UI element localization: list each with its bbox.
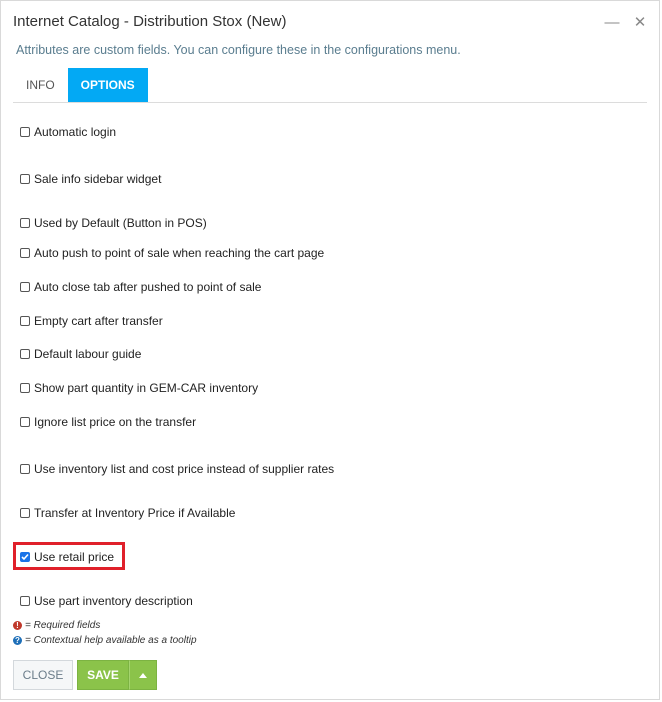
- option-row[interactable]: Show part quantity in GEM-CAR inventory: [20, 381, 258, 395]
- dialog: Internet Catalog - Distribution Stox (Ne…: [0, 0, 660, 700]
- option-checkbox[interactable]: [20, 596, 30, 606]
- option-row[interactable]: Used by Default (Button in POS): [20, 216, 207, 230]
- option-row[interactable]: Use inventory list and cost price instea…: [20, 462, 334, 476]
- option-label: Auto close tab after pushed to point of …: [34, 280, 262, 294]
- option-row[interactable]: Empty cart after transfer: [20, 314, 163, 328]
- option-label: Use inventory list and cost price instea…: [34, 462, 335, 476]
- option-checkbox[interactable]: [20, 508, 30, 518]
- option-row[interactable]: Ignore list price on the transfer: [20, 415, 196, 429]
- window-controls: — ✕: [605, 12, 647, 32]
- caret-up-icon: [139, 672, 147, 678]
- legend-required-text: = Required fields: [25, 620, 101, 631]
- close-button[interactable]: CLOSE: [13, 660, 73, 690]
- dialog-title: Internet Catalog - Distribution Stox (Ne…: [13, 13, 287, 30]
- save-options-button[interactable]: [129, 660, 157, 690]
- dialog-subtitle: Attributes are custom fields. You can co…: [16, 43, 461, 57]
- option-row[interactable]: Use part inventory description: [20, 594, 193, 608]
- tab-info[interactable]: INFO: [13, 68, 68, 102]
- option-row[interactable]: Auto push to point of sale when reaching…: [20, 246, 324, 260]
- option-checkbox[interactable]: [20, 174, 30, 184]
- option-checkbox[interactable]: [20, 316, 30, 326]
- option-checkbox[interactable]: [20, 417, 30, 427]
- option-label: Show part quantity in GEM-CAR inventory: [34, 381, 259, 395]
- option-label: Ignore list price on the transfer: [34, 415, 197, 429]
- highlight-box: [13, 542, 125, 570]
- option-label: Sale info sidebar widget: [34, 172, 162, 186]
- option-label: Automatic login: [34, 125, 117, 139]
- option-label: Default labour guide: [34, 347, 142, 361]
- option-row[interactable]: Default labour guide: [20, 347, 141, 361]
- option-label: Auto push to point of sale when reaching…: [34, 246, 325, 260]
- legend-help: ? = Contextual help available as a toolt…: [13, 635, 197, 646]
- option-checkbox[interactable]: [20, 282, 30, 292]
- legend-required: ! = Required fields: [13, 620, 100, 631]
- option-label: Transfer at Inventory Price if Available: [34, 506, 236, 520]
- option-checkbox[interactable]: [20, 383, 30, 393]
- option-checkbox[interactable]: [20, 218, 30, 228]
- save-button[interactable]: SAVE: [77, 660, 129, 690]
- tab-options[interactable]: OPTIONS: [67, 68, 148, 102]
- required-icon: !: [13, 621, 22, 630]
- tab-bar: INFO OPTIONS: [13, 68, 647, 103]
- option-row[interactable]: Transfer at Inventory Price if Available: [20, 506, 235, 520]
- option-label: Empty cart after transfer: [34, 314, 163, 328]
- close-icon[interactable]: ✕: [633, 12, 647, 32]
- option-checkbox[interactable]: [20, 248, 30, 258]
- option-label: Used by Default (Button in POS): [34, 216, 207, 230]
- option-checkbox[interactable]: [20, 127, 30, 137]
- option-label: Use part inventory description: [34, 594, 193, 608]
- option-row[interactable]: Auto close tab after pushed to point of …: [20, 280, 261, 294]
- option-checkbox[interactable]: [20, 464, 30, 474]
- help-icon: ?: [13, 636, 22, 645]
- minimize-icon[interactable]: —: [605, 12, 620, 32]
- option-row[interactable]: Sale info sidebar widget: [20, 172, 161, 186]
- option-row[interactable]: Automatic login: [20, 125, 116, 139]
- option-checkbox[interactable]: [20, 349, 30, 359]
- legend-help-text: = Contextual help available as a tooltip: [25, 635, 197, 646]
